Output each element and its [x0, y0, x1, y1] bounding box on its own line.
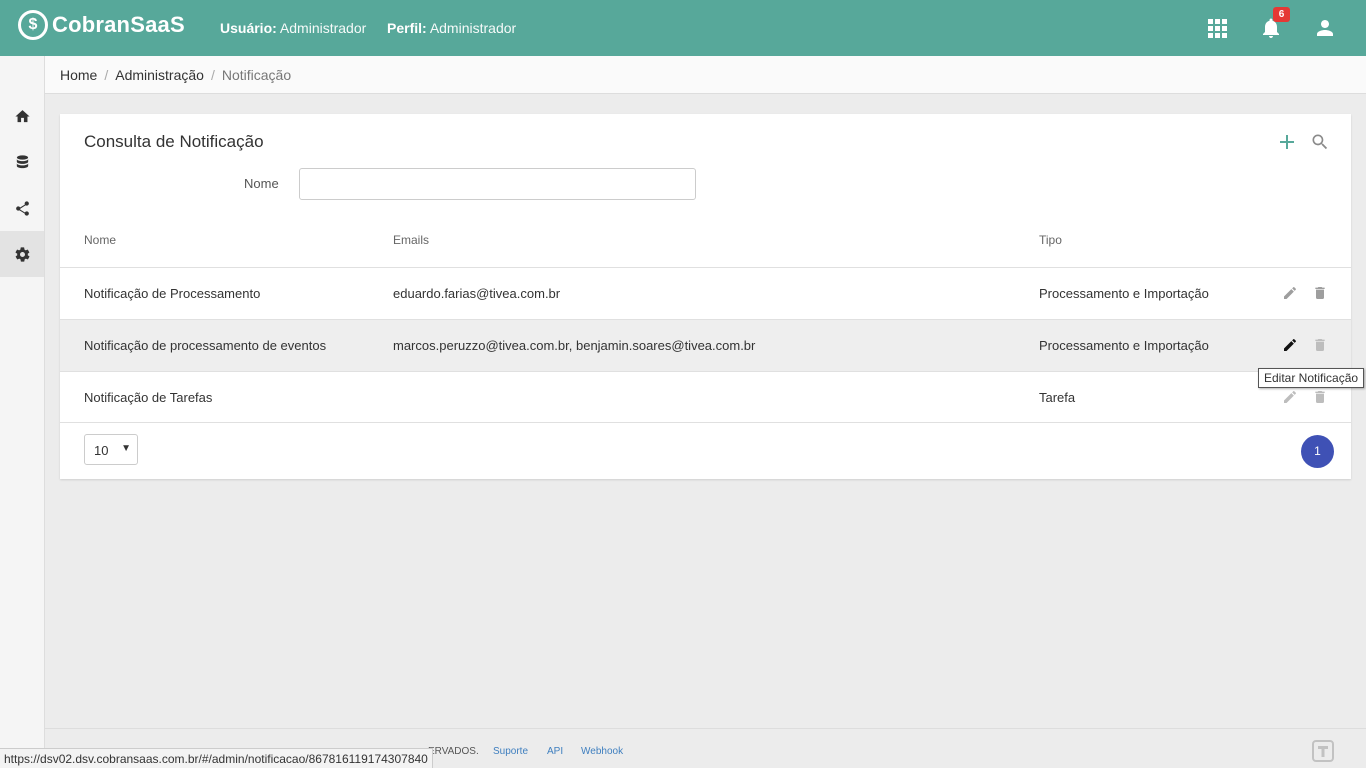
table-row[interactable]: Notificação de Tarefas Tarefa	[60, 371, 1351, 423]
user-info: Usuário: Administrador	[220, 20, 366, 36]
add-button[interactable]	[1277, 132, 1297, 152]
search-icon	[1312, 134, 1328, 150]
pencil-icon	[1284, 287, 1296, 299]
breadcrumb-administracao[interactable]: Administração	[115, 67, 204, 83]
filter-name-label: Nome	[244, 176, 279, 191]
column-header-nome[interactable]: Nome	[84, 233, 116, 247]
gear-icon	[15, 246, 29, 262]
pencil-icon	[1284, 391, 1296, 403]
page-button-current[interactable]: 1	[1301, 435, 1334, 468]
database-icon	[16, 154, 28, 168]
user-value: Administrador	[279, 20, 367, 36]
footer-brand-icon	[1312, 740, 1334, 762]
edit-button[interactable]	[1282, 389, 1300, 407]
search-button[interactable]	[1310, 132, 1330, 152]
footer-link-suporte[interactable]: Suporte	[493, 746, 528, 757]
page-size-value: 10	[94, 443, 109, 458]
delete-button[interactable]	[1312, 285, 1330, 303]
table-row[interactable]: Notificação de processamento de eventos …	[60, 319, 1351, 371]
user-label: Usuário:	[220, 20, 277, 36]
row-tipo: Tarefa	[1039, 390, 1076, 405]
home-icon	[14, 109, 30, 122]
trash-icon	[1315, 391, 1325, 403]
page-size-select[interactable]: 10 ▼	[84, 434, 138, 465]
edit-button[interactable]	[1282, 285, 1300, 303]
breadcrumb-current: Notificação	[221, 66, 292, 83]
breadcrumb: Home / Administração / Notificação	[45, 56, 1366, 94]
trash-icon	[1315, 339, 1325, 351]
row-emails: eduardo.farias@tivea.com.br	[393, 286, 561, 301]
sidebar	[0, 56, 45, 768]
sidebar-item-database[interactable]	[0, 139, 44, 185]
notification-count-badge: 6	[1273, 7, 1290, 22]
profile-info: Perfil: Administrador	[387, 20, 516, 36]
logo-mark-icon: $	[18, 10, 48, 40]
user-icon[interactable]	[1313, 16, 1337, 40]
plus-icon	[1280, 135, 1294, 149]
row-nome: Notificação de processamento de eventos	[84, 338, 327, 353]
footer-link-webhook[interactable]: Webhook	[581, 746, 623, 757]
row-nome: Notificação de Processamento	[84, 286, 261, 301]
top-bar: $ CobranSaaS Usuário: Administrador Perf…	[0, 0, 1366, 56]
delete-button[interactable]	[1312, 389, 1330, 407]
notification-query-card: Consulta de Notificação Nome Nome Emails…	[60, 114, 1351, 479]
column-header-tipo[interactable]: Tipo	[1039, 233, 1062, 247]
trash-icon	[1315, 287, 1325, 299]
table-footer: 10 ▼ 1	[60, 422, 1351, 479]
app-name: CobranSaaS	[52, 12, 185, 37]
breadcrumb-separator: /	[210, 66, 215, 83]
apps-grid-icon[interactable]	[1205, 16, 1229, 40]
sidebar-item-share[interactable]	[0, 185, 44, 231]
row-emails: marcos.peruzzo@tivea.com.br, benjamin.so…	[393, 338, 756, 353]
edit-button[interactable]	[1282, 337, 1300, 355]
row-nome: Notificação de Tarefas	[84, 390, 213, 405]
browser-status-url: https://dsv02.dsv.cobransaas.com.br/#/ad…	[0, 748, 433, 768]
pencil-icon	[1284, 339, 1296, 351]
page-title: Consulta de Notificação	[84, 132, 264, 151]
sidebar-item-settings[interactable]	[0, 231, 44, 277]
chevron-down-icon: ▼	[121, 443, 131, 454]
profile-label: Perfil:	[387, 20, 427, 36]
breadcrumb-home[interactable]: Home	[60, 67, 97, 83]
row-tipo: Processamento e Importação	[1039, 338, 1209, 353]
share-icon	[15, 200, 29, 216]
app-logo[interactable]: $ CobranSaaS	[18, 10, 185, 40]
sidebar-item-home[interactable]	[0, 93, 44, 139]
filter-name-input[interactable]	[299, 168, 696, 200]
footer-link-api[interactable]: API	[547, 746, 563, 757]
delete-button[interactable]	[1312, 337, 1330, 355]
breadcrumb-separator: /	[104, 66, 109, 83]
row-tipo: Processamento e Importação	[1039, 286, 1209, 301]
table-row[interactable]: Notificação de Processamento eduardo.far…	[60, 267, 1351, 319]
edit-tooltip: Editar Notificação	[1258, 368, 1365, 388]
profile-value: Administrador	[429, 20, 517, 36]
column-header-emails[interactable]: Emails	[393, 233, 429, 247]
footer-rights-text: ERVADOS.	[428, 746, 479, 757]
